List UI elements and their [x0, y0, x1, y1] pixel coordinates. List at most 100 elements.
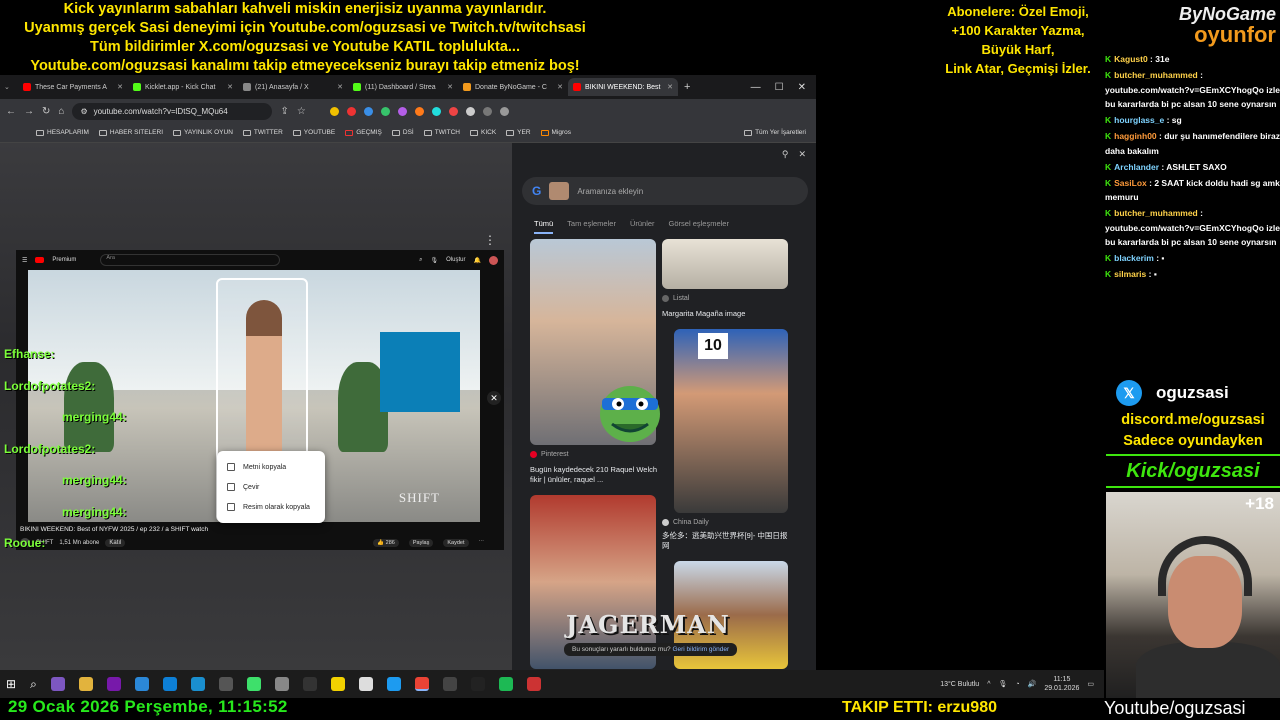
bookmark-folder[interactable]: TWITTER [242, 129, 283, 136]
notes-icon[interactable] [330, 677, 345, 691]
app-icon[interactable] [470, 677, 485, 691]
close-popup-icon[interactable]: ✕ [487, 391, 501, 405]
app-icon[interactable] [526, 677, 541, 691]
reload-icon[interactable]: ↻ [42, 106, 50, 117]
result-title[interactable]: 多伦多：逃美助兴世界杯[9]- 中国日报网 [662, 531, 790, 551]
lens-search-bar[interactable]: G Aramanıza ekleyin [522, 177, 808, 205]
address-bar[interactable]: ⚙ youtube.com/watch?v=lDtSQ_MQu64 [72, 102, 273, 120]
bookmark-folder[interactable]: YOUTUBE [292, 129, 335, 136]
clock[interactable]: 11:15 29.01.2026 [1044, 675, 1079, 693]
tab-visual-matches[interactable]: Görsel eşleşmeler [669, 219, 729, 234]
bookmark-link[interactable]: GEÇMIŞ [345, 129, 382, 136]
app-icon[interactable] [302, 677, 317, 691]
menu-icon[interactable]: ☰ [22, 257, 27, 264]
tray-expand-icon[interactable]: ^ [987, 681, 990, 688]
volume-icon[interactable]: 🔊 [1028, 680, 1037, 688]
profile-avatar[interactable] [499, 106, 509, 116]
home-icon[interactable]: ⌂ [58, 106, 64, 117]
app-icon[interactable] [134, 677, 149, 691]
edge-icon[interactable] [162, 677, 177, 691]
tab-search-icon[interactable]: ⌄ [4, 83, 18, 91]
feedback-link[interactable]: Geri bildirim gönder [672, 646, 729, 653]
close-icon[interactable]: ✕ [227, 83, 233, 91]
save-button[interactable]: Kaydet [443, 539, 469, 547]
forward-icon[interactable]: → [24, 106, 34, 117]
bookmark-folder[interactable]: YAYINLIK OYUN [173, 129, 233, 136]
more-options-icon[interactable]: ⋮ [484, 233, 496, 247]
bookmark-folder[interactable]: KICK [470, 129, 496, 136]
app-icon[interactable] [246, 677, 261, 691]
notification-icon[interactable]: ▭ [1087, 680, 1094, 688]
close-icon[interactable]: ✕ [117, 83, 123, 91]
new-tab-icon[interactable]: + [684, 81, 690, 93]
back-icon[interactable]: ← [6, 106, 16, 117]
bookmark-folder[interactable]: HESAPLARIM [36, 129, 89, 136]
camera-icon[interactable] [274, 677, 289, 691]
extension-icon[interactable] [414, 106, 424, 116]
result-image[interactable] [662, 239, 788, 289]
search-icon[interactable]: ⌕ [419, 257, 422, 264]
browser-tab-active[interactable]: BIKINI WEEKEND: Best ✕ [568, 78, 678, 96]
app-icon[interactable] [386, 677, 401, 691]
app-icon[interactable] [498, 677, 513, 691]
weather-widget[interactable]: 13°C Bulutlu [940, 681, 979, 688]
minimize-icon[interactable]: — [751, 82, 761, 93]
bell-icon[interactable]: 🔔 [474, 257, 481, 264]
tab-all[interactable]: Tümü [534, 219, 554, 234]
tab-exact-matches[interactable]: Tam eşlemeler [567, 219, 616, 234]
browser-tab[interactable]: (21) Anasayfa / X ✕ [238, 78, 348, 96]
pin-icon[interactable]: ⚲ [782, 149, 789, 163]
close-icon[interactable]: ✕ [798, 149, 806, 163]
avatar[interactable] [489, 255, 498, 265]
bookmark-star-icon[interactable]: ☆ [297, 106, 306, 117]
like-button[interactable]: 👍 286 [373, 539, 399, 547]
onenote-icon[interactable] [106, 677, 121, 691]
chrome-icon[interactable] [414, 677, 429, 691]
result-title[interactable]: Margarita Magaña image [662, 309, 790, 319]
tab-products[interactable]: Ürünler [630, 219, 655, 234]
browser-tab[interactable]: Donate ByNoGame - C ✕ [458, 78, 568, 96]
more-icon[interactable]: ⋯ [479, 539, 485, 547]
app-icon[interactable] [190, 677, 205, 691]
maximize-icon[interactable]: ☐ [775, 82, 784, 93]
file-explorer-icon[interactable] [78, 677, 93, 691]
bookmark-folder[interactable]: TWITCH [423, 129, 460, 136]
bookmark-folder[interactable]: DSİ [391, 129, 414, 136]
menu-item-translate[interactable]: Çevir [217, 477, 325, 497]
windows-start-icon[interactable]: ⊞ [6, 677, 16, 691]
extension-icon[interactable] [346, 106, 356, 116]
bookmark-folder[interactable]: YER [506, 129, 531, 136]
wifi-icon[interactable]: ◔ [1015, 681, 1019, 688]
search-icon[interactable]: ⌕ [30, 677, 37, 692]
mic-icon[interactable]: 🎙 [431, 257, 439, 264]
app-icon[interactable] [218, 677, 233, 691]
result-title[interactable]: Bugün kaydedecek 210 Raquel Welch fikir … [530, 465, 658, 485]
browser-tab[interactable]: (11) Dashboard / Strea ✕ [348, 78, 458, 96]
app-icon[interactable] [50, 677, 65, 691]
extension-icon[interactable] [380, 106, 390, 116]
app-icon[interactable] [358, 677, 373, 691]
youtube-search-input[interactable]: Ara [100, 254, 281, 266]
extension-icon[interactable] [329, 106, 339, 116]
extension-icon[interactable] [363, 106, 373, 116]
close-window-icon[interactable]: ✕ [798, 82, 806, 93]
extension-icon[interactable] [431, 106, 441, 116]
youtube-logo-icon[interactable] [35, 257, 45, 263]
mic-icon[interactable]: 🎙 [998, 680, 1007, 688]
browser-tab[interactable]: These Car Payments A ✕ [18, 78, 128, 96]
close-icon[interactable]: ✕ [667, 83, 673, 91]
bookmark-folder[interactable]: HABER SITELERI [98, 129, 163, 136]
create-button[interactable]: Oluştur [446, 257, 465, 263]
close-icon[interactable]: ✕ [447, 83, 453, 91]
query-thumbnail[interactable] [549, 182, 570, 200]
extension-icon[interactable] [482, 106, 492, 116]
all-bookmarks[interactable]: Tüm Yer İşaretleri [744, 129, 816, 136]
menu-item-copy-as-image[interactable]: Resim olarak kopyala [217, 497, 325, 517]
site-info-icon[interactable]: ⚙ [80, 107, 87, 116]
close-icon[interactable]: ✕ [557, 83, 563, 91]
share-icon[interactable]: ⇪ [280, 106, 288, 117]
share-button[interactable]: Paylaş [408, 539, 434, 547]
browser-tab[interactable]: Kicklet.app - Kick Chat ✕ [128, 78, 238, 96]
extension-icon[interactable] [465, 106, 475, 116]
extension-icon[interactable] [397, 106, 407, 116]
